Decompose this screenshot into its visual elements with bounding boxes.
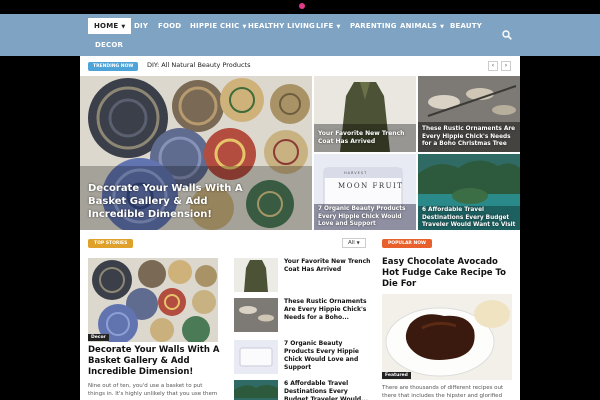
popular-title[interactable]: Easy Chocolate Avocado Hot Fudge Cake Re…: [382, 257, 516, 290]
popular-excerpt: There are thousands of different recipes…: [382, 385, 504, 400]
list-item[interactable]: 6 Affordable Travel Destinations Every B…: [234, 380, 374, 400]
chevron-down-icon: ▼: [242, 24, 247, 30]
jar-maker-label: HARVEST: [344, 171, 368, 175]
featured-mosaic: Decorate Your Walls With A Basket Galler…: [80, 76, 520, 230]
list-item-title[interactable]: 7 Organic Beauty Products Every Hippie C…: [284, 340, 372, 372]
ticker-prev-button[interactable]: ‹: [488, 61, 498, 71]
search-icon[interactable]: [502, 30, 512, 40]
nav-label: LIFE: [316, 22, 334, 30]
mosaic-main-title[interactable]: Decorate Your Walls With A Basket Galler…: [88, 182, 258, 221]
nav-label: DECOR: [95, 41, 124, 49]
nav-label: BEAUTY: [450, 22, 483, 30]
feature-title[interactable]: Decorate Your Walls With A Basket Galler…: [88, 345, 224, 378]
mosaic-tile-beauty[interactable]: HARVEST MOON FRUIT 7 Organic Beauty Prod…: [314, 154, 416, 230]
list-thumb: [234, 380, 278, 400]
feature-excerpt: Nine out of ten, you'd use a basket to p…: [88, 383, 218, 398]
filter-value: All: [348, 240, 355, 246]
nav-label: HOME: [94, 22, 119, 30]
filter-dropdown[interactable]: All ▼: [342, 238, 366, 248]
nav-item-hippie-chic[interactable]: HIPPIE CHIC ▼: [190, 22, 247, 30]
main-nav: HOME ▼ DIY FOOD HIPPIE CHIC ▼ HEALTHY LIVI…: [0, 14, 600, 56]
list-item-title[interactable]: Your Favorite New Trench Coat Has Arrive…: [284, 258, 372, 274]
nav-label: FOOD: [158, 22, 182, 30]
list-thumb: [234, 340, 278, 374]
list-item[interactable]: 7 Organic Beauty Products Every Hippie C…: [234, 340, 374, 380]
mosaic-tile-trench[interactable]: Your Favorite New Trench Coat Has Arrive…: [314, 76, 416, 152]
chocolate-cake-image: [382, 294, 512, 380]
mosaic-tile-title[interactable]: These Rustic Ornaments Are Every Hippie …: [422, 126, 518, 149]
nav-item-food[interactable]: FOOD: [158, 22, 181, 30]
list-item[interactable]: Your Favorite New Trench Coat Has Arrive…: [234, 258, 374, 298]
chevron-down-icon: ▼: [121, 24, 126, 30]
trending-headline[interactable]: DIY: All Natural Beauty Products: [147, 61, 251, 69]
feature-image[interactable]: Decor: [88, 258, 218, 342]
nav-label: DIY: [134, 22, 149, 30]
trending-bar: TRENDING NOW DIY: All Natural Beauty Pro…: [80, 56, 520, 76]
chevron-down-icon: ▼: [336, 24, 341, 30]
nav-label: HIPPIE CHIC: [190, 22, 240, 30]
top-stories-badge: TOP STORIES: [88, 239, 134, 248]
basket-gallery-thumb: [88, 258, 218, 342]
nav-label: HEALTHY LIVING: [248, 22, 315, 30]
ticker-next-button[interactable]: ›: [501, 61, 511, 71]
nav-label: ANIMALS: [400, 22, 438, 30]
mosaic-tile-title[interactable]: 7 Organic Beauty Products Every Hippie C…: [318, 206, 412, 229]
mosaic-tile-travel[interactable]: 6 Affordable Travel Destinations Every B…: [418, 154, 520, 230]
popular-image[interactable]: Featured: [382, 294, 512, 380]
list-item[interactable]: These Rustic Ornaments Are Every Hippie …: [234, 298, 374, 338]
nav-item-parenting[interactable]: PARENTING: [350, 22, 397, 30]
top-bar: [0, 0, 600, 14]
mosaic-main-tile[interactable]: Decorate Your Walls With A Basket Galler…: [80, 76, 312, 230]
popular-badge: POPULAR NOW: [382, 239, 433, 248]
nav-item-animals[interactable]: ANIMALS ▼: [400, 22, 444, 30]
nav-item-life[interactable]: LIFE ▼: [316, 22, 340, 30]
nav-item-beauty[interactable]: BEAUTY: [450, 22, 482, 30]
nav-item-diy[interactable]: DIY: [134, 22, 148, 30]
mosaic-tile-title[interactable]: Your Favorite New Trench Coat Has Arrive…: [318, 130, 412, 146]
nav-item-decor[interactable]: DECOR: [95, 41, 123, 49]
trending-badge: TRENDING NOW: [88, 62, 139, 71]
list-item-title[interactable]: These Rustic Ornaments Are Every Hippie …: [284, 298, 372, 322]
chevron-down-icon: ▼: [356, 240, 360, 245]
nav-item-healthy-living[interactable]: HEALTHY LIVING: [248, 22, 315, 30]
mosaic-tile-title[interactable]: 6 Affordable Travel Destinations Every B…: [422, 207, 518, 230]
list-thumb: [234, 258, 278, 292]
page-content: TRENDING NOW DIY: All Natural Beauty Pro…: [80, 56, 520, 400]
category-label[interactable]: Decor: [88, 334, 109, 341]
list-item-title[interactable]: 6 Affordable Travel Destinations Every B…: [284, 380, 372, 400]
nav-item-home[interactable]: HOME ▼: [88, 18, 132, 34]
jar-brand-label: MOON FRUIT: [338, 182, 404, 190]
mosaic-tile-ornaments[interactable]: These Rustic Ornaments Are Every Hippie …: [418, 76, 520, 152]
nav-label: PARENTING: [350, 22, 397, 30]
list-thumb: [234, 298, 278, 332]
category-label[interactable]: Featured: [382, 372, 411, 379]
logo-mark[interactable]: [299, 3, 305, 9]
chevron-down-icon: ▼: [440, 24, 445, 30]
